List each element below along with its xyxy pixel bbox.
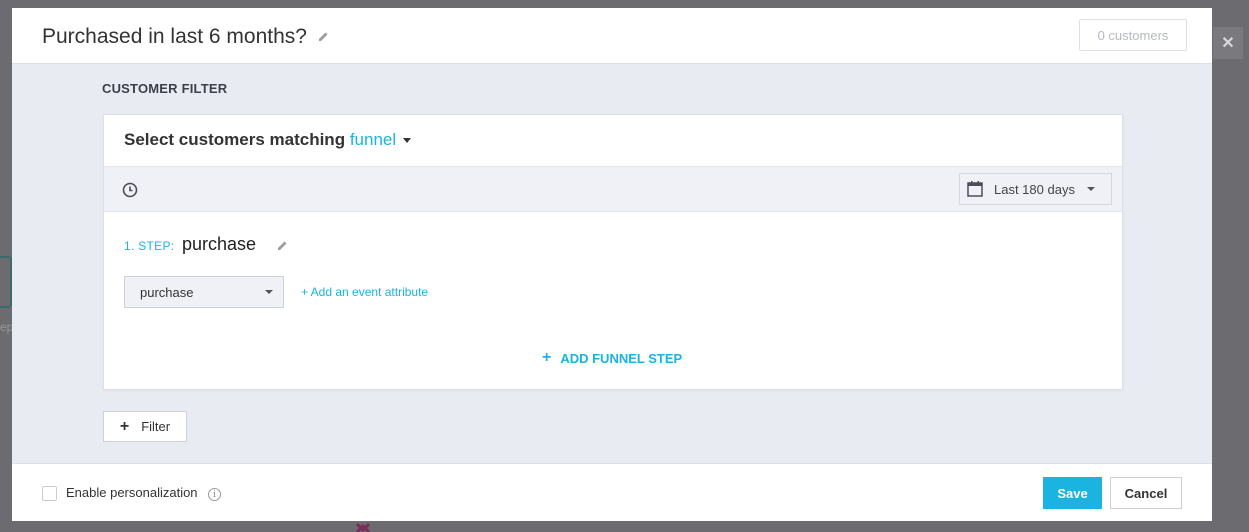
chevron-down-icon bbox=[265, 290, 273, 294]
time-range-label: Last 180 days bbox=[994, 181, 1075, 197]
step-name: purchase bbox=[182, 234, 257, 254]
info-icon[interactable]: i bbox=[208, 488, 221, 501]
add-filter-button[interactable]: + Filter bbox=[103, 411, 187, 442]
add-funnel-step-button[interactable]: + ADD FUNNEL STEP bbox=[542, 349, 682, 367]
clock-icon[interactable] bbox=[122, 182, 138, 198]
save-button[interactable]: Save bbox=[1043, 477, 1102, 509]
segment-modal: Purchased in last 6 months? 0 customers … bbox=[12, 8, 1212, 521]
close-icon[interactable]: ✕ bbox=[1213, 27, 1243, 59]
pencil-icon[interactable] bbox=[317, 30, 331, 44]
funnel-filter-card: Select customers matching funnel Last 18… bbox=[103, 114, 1123, 390]
pencil-icon[interactable] bbox=[276, 239, 290, 253]
cancel-button[interactable]: Cancel bbox=[1110, 477, 1182, 509]
calendar-icon bbox=[967, 181, 983, 197]
personalization-checkbox[interactable] bbox=[42, 486, 57, 501]
step-number-label: 1. STEP: bbox=[124, 239, 175, 253]
time-range-dropdown[interactable]: Last 180 days bbox=[959, 173, 1112, 205]
filter-mode-label: funnel bbox=[349, 130, 397, 149]
section-label: CUSTOMER FILTER bbox=[102, 81, 228, 96]
add-filter-label: Filter bbox=[141, 419, 171, 434]
plus-icon: + bbox=[542, 349, 552, 366]
add-funnel-step-label: ADD FUNNEL STEP bbox=[560, 350, 683, 366]
card-header: Select customers matching funnel bbox=[104, 115, 1122, 167]
background-card-fragment bbox=[0, 256, 12, 308]
plus-icon: + bbox=[119, 417, 130, 435]
modal-header: Purchased in last 6 months? 0 customers bbox=[12, 8, 1212, 64]
event-select-value: purchase bbox=[140, 284, 194, 300]
modal-footer: Enable personalization i Save Cancel bbox=[12, 463, 1212, 521]
chevron-down-icon bbox=[403, 138, 412, 144]
heading-prefix: Select customers matching bbox=[124, 130, 350, 149]
modal-title: Purchased in last 6 months? bbox=[42, 25, 307, 48]
add-event-attribute-link[interactable]: + Add an event attribute bbox=[301, 285, 428, 299]
filter-mode-dropdown[interactable]: funnel bbox=[349, 130, 412, 149]
card-heading: Select customers matching funnel bbox=[124, 130, 412, 150]
customer-count-badge: 0 customers bbox=[1079, 19, 1187, 51]
personalization-label: Enable personalization bbox=[66, 485, 198, 500]
chevron-down-icon bbox=[1086, 187, 1095, 191]
time-range-bar: Last 180 days bbox=[104, 167, 1122, 212]
event-select[interactable]: purchase bbox=[124, 276, 284, 308]
